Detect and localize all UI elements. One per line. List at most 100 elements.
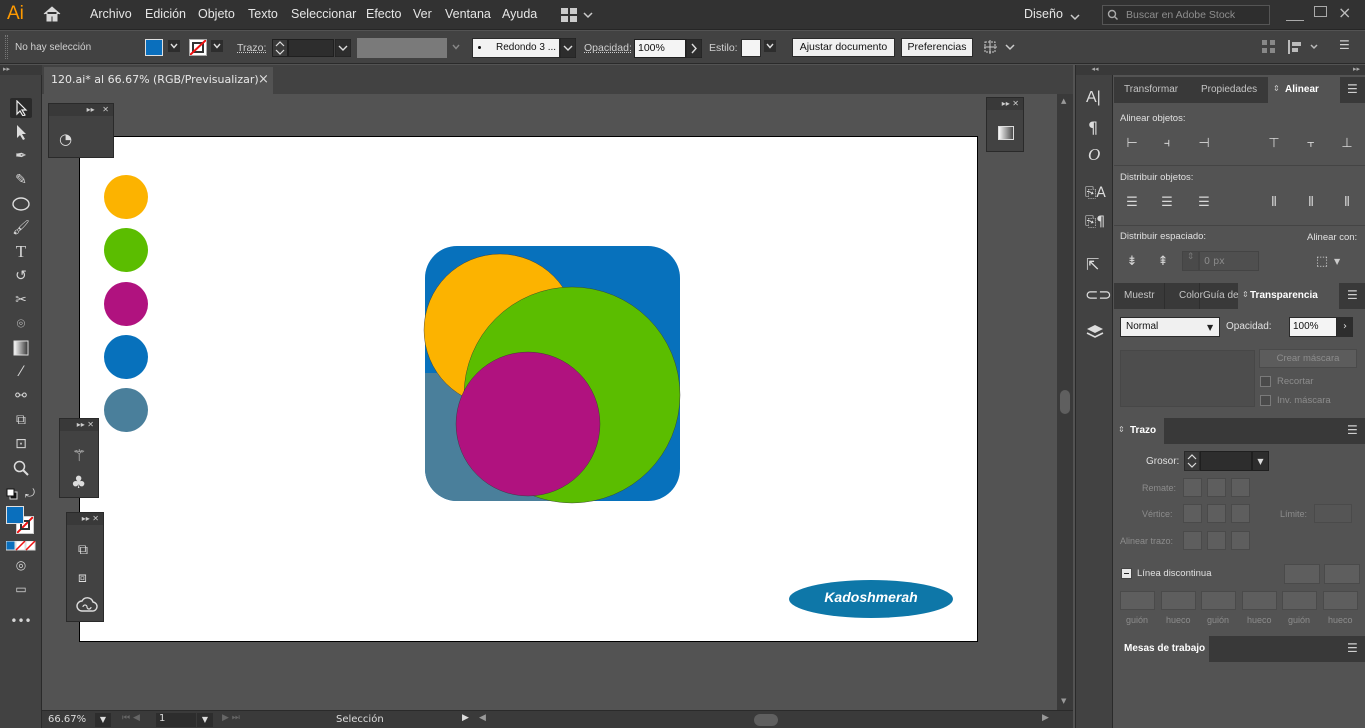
dashed-line-checkbox[interactable] <box>1121 568 1132 579</box>
maximize-window-button[interactable] <box>1314 6 1327 17</box>
hscroll-left-icon[interactable]: ◀ <box>479 713 486 723</box>
tab-guia-de-color[interactable]: Guía de <box>1199 283 1239 309</box>
distribute-vertical-space-icon[interactable]: ⇟ <box>1123 253 1141 271</box>
paintbrush-tool-icon[interactable]: 🖌 <box>10 218 32 238</box>
distribute-left-icon[interactable]: ⫴ <box>1265 194 1283 212</box>
variable-width-profile[interactable] <box>357 38 447 58</box>
stroke-swatch-none[interactable] <box>189 39 207 56</box>
eyedropper-tool-icon[interactable]: ⁄ <box>10 362 32 382</box>
transparency-opacity-arrow-icon[interactable]: › <box>1337 317 1353 337</box>
stroke-weight-input[interactable] <box>288 39 334 57</box>
align-top-icon[interactable]: ⊤ <box>1265 135 1283 153</box>
floating-panel-header[interactable]: ▸▸ ✕ <box>987 98 1023 110</box>
icon-strip-collapse-icon[interactable]: ◂◂ <box>1076 65 1114 75</box>
stroke-weight-dropdown-icon[interactable] <box>334 38 352 60</box>
align-panel-menu-icon[interactable]: ☰ <box>1347 82 1358 96</box>
symbols-club-icon[interactable]: ♣ <box>71 473 86 493</box>
close-window-button[interactable]: × <box>1338 3 1351 22</box>
minimize-window-button[interactable] <box>1286 5 1304 21</box>
opacity-label[interactable]: Opacidad: <box>584 42 632 54</box>
workspace-switcher[interactable]: Diseño <box>1024 7 1063 21</box>
workspace-chevron-icon[interactable] <box>1070 11 1080 24</box>
symbol-sprayer-icon[interactable]: ◔ <box>59 130 72 148</box>
brush-definition[interactable]: Redondo 3 ... <box>472 38 560 58</box>
align-bottom-icon[interactable]: ⊥ <box>1338 135 1356 153</box>
floating-panel-header[interactable]: ▸▸ ✕ <box>67 513 103 525</box>
paragraph-styles-icon[interactable]: ⎘¶ <box>1085 214 1105 230</box>
opentype-panel-icon[interactable]: O <box>1088 145 1100 165</box>
distribute-horizontal-space-icon[interactable]: ⇞ <box>1154 253 1172 271</box>
align-right-icon[interactable]: ⊣ <box>1195 135 1213 153</box>
shape-builder-tool-icon[interactable]: ⧉ <box>10 410 32 430</box>
fill-color-swatch[interactable] <box>6 506 24 524</box>
paragraph-panel-icon[interactable]: ¶ <box>1088 118 1098 137</box>
hscroll-right-icon[interactable]: ▶ <box>1042 713 1049 723</box>
distribute-right-icon[interactable]: ⫴ <box>1338 194 1356 212</box>
pen-tool-icon[interactable]: ✒ <box>10 146 32 166</box>
tab-propiedades[interactable]: Propiedades <box>1201 77 1257 103</box>
menu-edicion[interactable]: Edición <box>145 7 186 21</box>
stroke-weight-stepper[interactable] <box>272 39 288 57</box>
menu-texto[interactable]: Texto <box>248 7 278 21</box>
panel-stroke-weight-dropdown-icon[interactable]: ▼ <box>1252 451 1269 471</box>
tab-trazo-expand-icon[interactable]: ⇕ <box>1118 425 1125 434</box>
fill-swatch[interactable] <box>145 39 163 56</box>
menu-ayuda[interactable]: Ayuda <box>502 7 537 21</box>
horizontal-scroll-thumb[interactable] <box>754 714 778 726</box>
artboard-dropdown-icon[interactable]: ▼ <box>197 713 213 727</box>
graphic-style-swatch[interactable] <box>741 39 761 57</box>
dock-collapse-icon[interactable]: ▸▸ <box>1114 65 1365 75</box>
opacity-input[interactable]: 100% <box>634 39 686 58</box>
profile-dropdown-icon[interactable] <box>450 41 462 56</box>
floating-panel-header[interactable]: ▸▸ ✕ <box>60 419 98 431</box>
align-horizontal-center-icon[interactable]: ⫞ <box>1158 135 1176 153</box>
align-left-icon[interactable]: ⊢ <box>1123 135 1141 153</box>
character-styles-icon[interactable]: ⎘A <box>1085 185 1106 201</box>
export-panel-icon[interactable]: ⇱ <box>1086 255 1099 274</box>
arrange-documents-icon[interactable] <box>561 8 593 25</box>
vertical-scroll-thumb[interactable] <box>1060 390 1070 414</box>
tab-transparencia[interactable]: Transparencia <box>1238 283 1339 309</box>
zoom-tool-icon[interactable] <box>10 458 32 478</box>
gradient-panel-icon[interactable] <box>998 126 1014 143</box>
tab-color[interactable]: Color <box>1164 283 1203 309</box>
direct-selection-tool-icon[interactable] <box>10 122 32 142</box>
preferences-button[interactable]: Preferencias <box>901 38 973 57</box>
next-artboard-icon[interactable]: ▶ ⏭ <box>222 713 240 723</box>
tab-mesas-de-trabajo[interactable]: Mesas de trabajo <box>1114 636 1209 662</box>
artboard[interactable]: Kadoshmerah <box>79 136 978 642</box>
close-tab-icon[interactable]: × <box>258 67 269 93</box>
character-panel-icon[interactable]: A| <box>1086 89 1101 107</box>
stroke-dropdown-icon[interactable] <box>211 40 223 55</box>
fill-dropdown-icon[interactable] <box>168 40 180 55</box>
stock-search-box[interactable]: Buscar en Adobe Stock <box>1102 5 1270 25</box>
transparency-panel-menu-icon[interactable]: ☰ <box>1347 288 1358 302</box>
screen-mode-icon[interactable]: ▭ <box>10 579 32 599</box>
selection-tool-icon[interactable] <box>10 98 32 118</box>
fit-document-button[interactable]: Ajustar documento <box>792 38 895 57</box>
distribute-bottom-icon[interactable]: ☰ <box>1195 194 1213 212</box>
menu-ventana[interactable]: Ventana <box>445 7 491 21</box>
align-vertical-center-icon[interactable]: ⫟ <box>1302 135 1320 153</box>
artboard-number-input[interactable]: 1 <box>156 713 196 727</box>
tab-transformar[interactable]: Transformar <box>1124 77 1178 103</box>
default-colors-icon[interactable] <box>6 488 18 503</box>
curvature-tool-icon[interactable]: ✎ <box>10 170 32 190</box>
grid-align-icon[interactable] <box>1262 40 1276 57</box>
stroke-label[interactable]: Trazo: <box>237 42 266 54</box>
vertical-scrollbar[interactable]: ▲ ▼ <box>1057 94 1073 710</box>
transparency-opacity-input[interactable]: 100% <box>1289 317 1337 337</box>
blend-tool-icon[interactable]: ⚯ <box>10 386 32 406</box>
blend-mode-select[interactable]: Normal ▼ <box>1120 317 1220 337</box>
scroll-up-icon[interactable]: ▲ <box>1061 97 1066 105</box>
lasso-tool-icon[interactable]: ⌾ <box>10 314 32 334</box>
panel-stroke-weight-input[interactable] <box>1200 451 1252 471</box>
scissors-tool-icon[interactable]: ✂ <box>10 290 32 310</box>
distribute-top-icon[interactable]: ☰ <box>1123 194 1141 212</box>
scroll-down-icon[interactable]: ▼ <box>1061 697 1066 705</box>
opacity-arrow-icon[interactable] <box>685 38 703 61</box>
panel-stroke-weight-stepper[interactable] <box>1184 451 1200 471</box>
home-icon[interactable] <box>42 5 62 26</box>
distribute-horizontal-center-icon[interactable]: ⫴ <box>1302 194 1320 212</box>
zoom-dropdown-icon[interactable]: ▼ <box>95 713 111 727</box>
